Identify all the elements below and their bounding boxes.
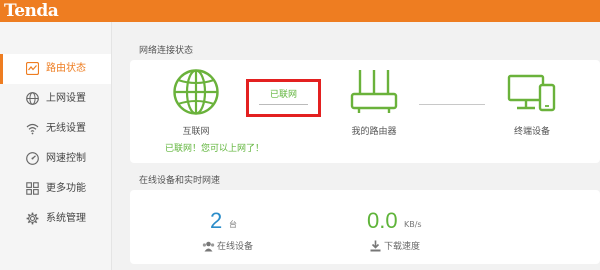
sidebar-item-label: 更多功能 [46, 183, 86, 194]
sidebar-item-label: 网速控制 [46, 153, 86, 164]
top-bar: Tenda [0, 0, 600, 22]
online-devices-count: 2 [210, 208, 223, 233]
sidebar-item-internet-settings[interactable]: 上网设置 [0, 84, 111, 114]
speedometer-icon [26, 152, 39, 165]
sidebar-item-label: 路由状态 [46, 63, 86, 74]
download-speed-unit: KB/s [404, 220, 422, 229]
sidebar-item-label: 无线设置 [46, 123, 86, 134]
realtime-panel [130, 190, 600, 264]
sidebar-item-speed-control[interactable]: 网速控制 [0, 144, 111, 174]
sidebar-item-wireless-settings[interactable]: 无线设置 [0, 114, 111, 144]
router-status-icon [26, 62, 39, 75]
devices-label: 终端设备 [513, 127, 550, 137]
connection-line [259, 104, 308, 105]
sidebar-item-label: 系统管理 [46, 213, 86, 224]
router-icon[interactable] [349, 68, 399, 116]
online-devices-unit: 台 [229, 220, 237, 229]
devices-icon[interactable] [507, 74, 557, 114]
router-label: 我的路由器 [351, 127, 397, 137]
connection-status-text: 已联网 [269, 90, 297, 100]
download-speed-value: 0.0 [367, 208, 398, 233]
globe-icon [26, 92, 39, 105]
sidebar-item-label: 上网设置 [46, 93, 86, 104]
sidebar-item-more-features[interactable]: 更多功能 [0, 174, 111, 204]
sidebar-item-router-status[interactable]: 路由状态 [0, 54, 111, 84]
sidebar-item-system-management[interactable]: 系统管理 [0, 204, 111, 234]
internet-globe-icon [173, 69, 219, 115]
router-devices-link-line [419, 104, 485, 105]
download-speed-label: 下载速度 [384, 242, 421, 252]
sidebar: 路由状态 上网设置 无线设置 网速控制 更多功能 系统管理 [0, 22, 112, 270]
online-devices-label: 在线设备 [217, 242, 254, 252]
wifi-icon [26, 123, 39, 135]
connection-status-box: 已联网 [246, 79, 321, 117]
download-icon [370, 240, 381, 252]
connection-status-message: 已联网！您可以上网了！ [165, 144, 265, 154]
tenda-logo[interactable]: Tenda [4, 1, 59, 21]
network-status-title: 网络连接状态 [139, 46, 194, 56]
grid-icon [26, 182, 39, 195]
gear-icon [26, 212, 39, 225]
users-icon [202, 241, 215, 252]
internet-label: 互联网 [182, 127, 210, 137]
realtime-title: 在线设备和实时网速 [139, 176, 221, 186]
